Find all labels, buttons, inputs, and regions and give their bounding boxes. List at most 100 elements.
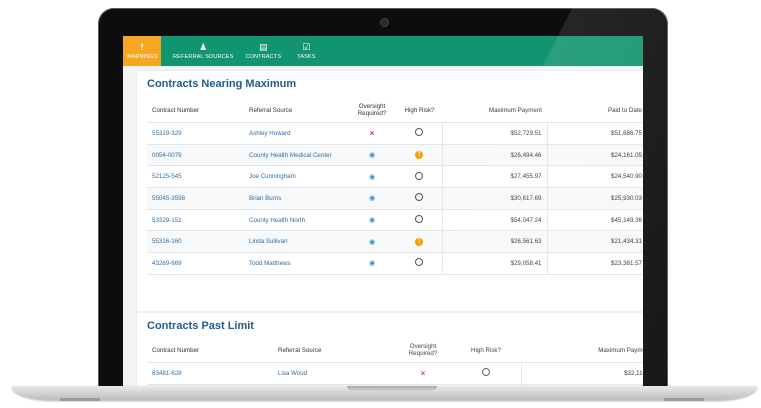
eye-icon: ◉ [368,195,376,203]
oversight-cell: ◉ [347,144,397,167]
empty-circle-icon [415,171,424,180]
contract-number-link[interactable]: 52125-545 [147,165,244,189]
oversight-cell: ◉ [347,252,397,275]
contract-number-link[interactable]: 55045-3598 [147,187,244,210]
table-row[interactable]: 52125-545 Joe Cunningham ◉ $27,455.97 $24,54… [147,165,643,189]
header-referral-source[interactable]: Referral Source [273,338,395,363]
header-paid-to-date[interactable]: Paid to Date [547,98,643,123]
paid-to-date-cell: $51,686.75 [546,122,643,145]
users-icon: ♟ [199,41,208,52]
maximum-payment-cell: $27,455.97 [441,165,547,189]
paid-to-date-cell: $24,540.90 [546,165,643,189]
referral-source-link[interactable]: Lisa Wood [273,362,395,385]
header-maximum-payment[interactable]: Maximum Payment [442,98,547,123]
main-content: Contracts Nearing Maximum Contract Numbe… [123,66,643,388]
header-contract-number[interactable]: Contract Number [147,98,244,123]
tab-referral-sources[interactable]: ♟ REFERRAL SOURCES [167,36,239,66]
header-maximum-payment[interactable]: Maximum Payme [521,338,643,363]
eye-icon: ◉ [368,152,376,160]
past-limit-table: Contract Number Referral Source Oversigh… [147,338,643,388]
referral-source-link[interactable]: Ashley Howard [244,122,347,145]
eye-icon: ◉ [368,238,376,246]
camera-icon [381,19,388,26]
section-title: Contracts Past Limit [147,320,254,332]
eye-icon: ◉ [368,217,376,225]
contract-number-link[interactable]: 55319-329 [147,122,244,145]
maximum-payment-cell: $30,617.69 [441,187,547,210]
tab-tasks[interactable]: ☑ TASKS [291,36,321,66]
contract-number-link[interactable]: 0054-0079 [147,144,244,167]
table-header-row: Contract Number Referral Source Oversigh… [147,98,643,123]
contract-number-link[interactable]: 63481-628 [147,362,273,385]
contracts-nearing-maximum-panel: Contracts Nearing Maximum Contract Numbe… [137,71,643,311]
risk-cell: ! [397,144,442,167]
laptop-lid: ! WARNINGS ♟ REFERRAL SOURCES ▤ CONTRACT… [98,8,668,388]
document-icon: ▤ [259,41,268,52]
table-row[interactable]: 43269-669 Todd Matthews ◉ $29,058.41 $23,381… [147,252,643,275]
risk-cell [397,187,442,210]
x-mark-icon: × [420,368,426,378]
oversight-cell: ◉ [347,209,397,232]
referral-source-link[interactable]: Brian Burns [244,187,347,210]
nearing-maximum-table: Contract Number Referral Source Oversigh… [147,98,643,275]
table-row[interactable]: 53329-151 County Health North ◉ $54,047.24 $… [147,209,643,232]
tab-label: CONTRACTS [245,53,282,60]
contract-number-link[interactable]: 43269-669 [147,252,244,275]
x-mark-icon: × [369,128,375,138]
referral-source-link[interactable]: Joe Cunningham [244,165,347,189]
oversight-cell: × [347,122,397,145]
referral-source-link[interactable]: County Health North [244,209,347,232]
oversight-cell: ◉ [347,230,397,254]
maximum-payment-cell: $26,494.46 [441,144,547,167]
maximum-payment-cell: $54,047.24 [441,209,547,232]
risk-cell [397,209,442,232]
empty-circle-icon [415,258,424,267]
empty-circle-icon [415,215,424,224]
table-row[interactable]: 55316-160 Linda Sullivan ◉! $26,561.63 $21,4… [147,230,643,254]
table-row[interactable]: 55045-3598 Brian Burns ◉ $30,617.69 $25,930.… [147,187,643,210]
tab-warnings[interactable]: ! WARNINGS [123,36,161,66]
header-oversight[interactable]: Oversight Required? [347,98,397,123]
risk-cell [451,362,521,385]
risk-cell [397,252,442,275]
maximum-payment-cell: $52,729.51 [441,122,547,145]
laptop-screen: ! WARNINGS ♟ REFERRAL SOURCES ▤ CONTRACT… [123,36,643,388]
table-row[interactable]: 63481-628Lisa Wood × $32,116 [147,362,643,385]
header-high-risk[interactable]: High Risk? [397,98,442,123]
referral-source-link[interactable]: Todd Matthews [244,252,347,275]
checkbox-icon: ☑ [302,41,311,52]
empty-circle-icon [481,368,490,377]
referral-source-link[interactable]: Linda Sullivan [244,230,347,254]
risk-cell: ! [397,230,442,254]
paid-to-date-cell: $23,381.57 [546,252,643,275]
eye-icon: ◉ [368,260,376,268]
maximum-payment-cell: $29,058.41 [441,252,547,275]
contract-number-link[interactable]: 53329-151 [147,209,244,232]
contract-number-link[interactable]: 55316-160 [147,230,244,254]
oversight-cell: ◉ [347,165,397,189]
paid-to-date-cell: $45,149.36 [546,209,643,232]
warning-icon: ! [415,151,424,160]
header-referral-source[interactable]: Referral Source [244,98,347,123]
referral-source-link[interactable]: County Health Medical Center [244,144,347,167]
top-navigation: ! WARNINGS ♟ REFERRAL SOURCES ▤ CONTRACT… [123,36,643,66]
risk-cell [397,122,442,145]
section-title: Contracts Nearing Maximum [147,78,297,90]
laptop-foot [60,398,100,401]
header-oversight[interactable]: Oversight Required? [395,338,451,363]
header-high-risk[interactable]: High Risk? [451,338,521,363]
oversight-cell: × [395,362,451,385]
paid-to-date-cell: $21,434.31 [546,230,643,254]
tab-label: REFERRAL SOURCES [173,53,234,60]
paid-to-date-cell: $24,161.05 [546,144,643,167]
tab-contracts[interactable]: ▤ CONTRACTS [239,36,287,66]
eye-icon: ◉ [368,173,376,181]
laptop-base [12,386,757,400]
risk-cell [397,165,442,189]
contracts-past-limit-panel: Contracts Past Limit Contract Number Ref… [137,313,643,388]
empty-circle-icon [415,128,424,137]
header-contract-number[interactable]: Contract Number [147,338,273,363]
tab-label: TASKS [297,53,316,60]
table-row[interactable]: 0054-0079 County Health Medical Center ◉! $… [147,144,643,167]
table-row[interactable]: 55319-329 Ashley Howard × $52,729.51 $51,686… [147,122,643,145]
